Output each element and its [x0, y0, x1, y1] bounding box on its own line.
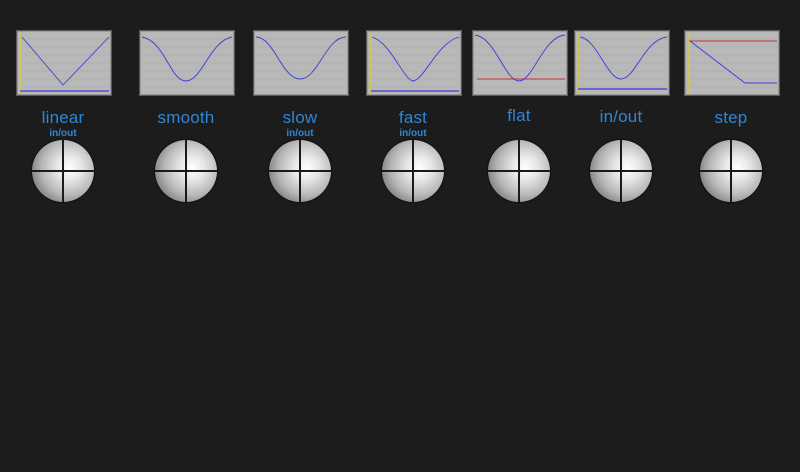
crosshair-sphere-icon[interactable] — [269, 140, 331, 202]
preset-sublabel: in/out — [399, 128, 427, 139]
crosshair-sphere-icon[interactable] — [488, 140, 550, 202]
preset-fast[interactable]: fast in/out — [358, 0, 468, 210]
preset-flat[interactable]: flat — [464, 0, 574, 210]
preset-label: smooth — [157, 108, 215, 127]
curve-inout — [575, 33, 669, 93]
preset-label: linear — [41, 108, 85, 127]
preset-smooth[interactable]: smooth — [131, 0, 241, 210]
curve-graph-linear[interactable] — [16, 30, 112, 96]
preset-slow[interactable]: slow in/out — [245, 0, 355, 210]
curve-smooth — [140, 36, 234, 88]
curve-slow — [254, 36, 348, 88]
crosshair-sphere-icon[interactable] — [382, 140, 444, 202]
crosshair-sphere-icon[interactable] — [590, 140, 652, 202]
curve-graph-fast[interactable] — [366, 30, 462, 96]
preset-linear[interactable]: linear in/out — [8, 0, 118, 210]
preset-step[interactable]: step — [676, 0, 786, 210]
curve-graph-inout[interactable] — [574, 30, 670, 96]
preset-label: slow — [282, 108, 318, 127]
curve-graph-flat[interactable] — [472, 30, 568, 96]
crosshair-sphere-icon[interactable] — [700, 140, 762, 202]
crosshair-sphere-icon[interactable] — [155, 140, 217, 202]
curve-graph-smooth[interactable] — [139, 30, 235, 96]
preset-label: step — [714, 108, 748, 127]
preset-label: flat — [507, 106, 531, 125]
preset-sublabel: in/out — [49, 128, 77, 139]
curve-graph-step[interactable] — [684, 30, 780, 96]
curve-step — [685, 33, 779, 93]
curve-flat — [473, 34, 567, 88]
preset-inout[interactable]: in/out — [566, 0, 676, 210]
preset-sublabel: in/out — [286, 128, 314, 139]
curve-graph-slow[interactable] — [253, 30, 349, 96]
crosshair-sphere-icon[interactable] — [32, 140, 94, 202]
curve-linear — [17, 33, 111, 93]
preset-label: in/out — [599, 107, 643, 126]
preset-label: fast — [398, 108, 428, 127]
curve-fast — [367, 33, 461, 93]
